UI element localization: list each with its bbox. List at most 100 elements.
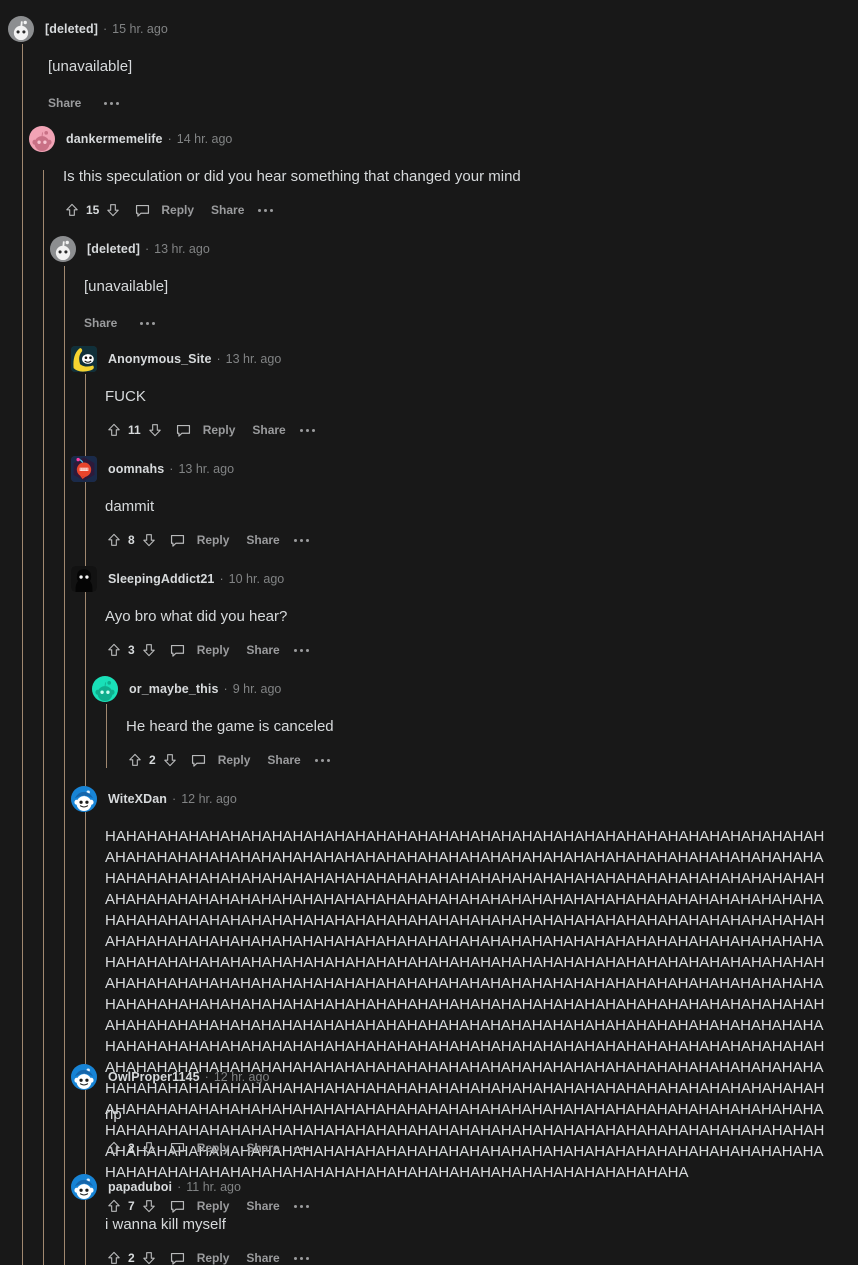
share-button[interactable]: Share bbox=[246, 1251, 279, 1265]
downvote-arrow-icon[interactable] bbox=[140, 1139, 158, 1157]
downvote-arrow-icon[interactable] bbox=[146, 421, 164, 439]
avatar-snoo-grey-icon[interactable] bbox=[50, 236, 76, 262]
upvote-arrow-icon[interactable] bbox=[63, 201, 81, 219]
reply-button[interactable]: Reply bbox=[218, 753, 251, 767]
comment-timestamp: 13 hr. ago bbox=[225, 352, 282, 366]
reply-button[interactable]: Reply bbox=[161, 203, 194, 217]
comment-actions: 2 Reply Share bbox=[105, 1248, 841, 1265]
thread-line-depth-3[interactable] bbox=[64, 266, 65, 1265]
comment-bubble-icon[interactable] bbox=[175, 421, 193, 439]
comment-author[interactable]: Anonymous_Site bbox=[108, 352, 212, 366]
comment-author[interactable]: dankermemelife bbox=[66, 132, 163, 146]
share-button[interactable]: Share bbox=[267, 753, 300, 767]
reply-button[interactable]: Reply bbox=[197, 533, 230, 547]
more-options-icon[interactable] bbox=[299, 428, 315, 432]
comment-header: [deleted] · 15 hr. ago bbox=[8, 16, 838, 42]
downvote-arrow-icon[interactable] bbox=[140, 531, 158, 549]
comment-header: or_maybe_this · 9 hr. ago bbox=[92, 676, 842, 702]
comment-bubble-icon[interactable] bbox=[169, 1139, 187, 1157]
comment-author[interactable]: SleepingAddict21 bbox=[108, 572, 214, 586]
separator-dot: · bbox=[223, 682, 228, 696]
more-options-icon[interactable] bbox=[140, 321, 156, 325]
more-options-icon[interactable] bbox=[293, 538, 309, 542]
downvote-arrow-icon[interactable] bbox=[140, 641, 158, 659]
upvote-arrow-icon[interactable] bbox=[105, 641, 123, 659]
downvote-arrow-icon[interactable] bbox=[104, 201, 122, 219]
upvote-arrow-icon[interactable] bbox=[105, 1139, 123, 1157]
separator-dot: · bbox=[177, 1180, 182, 1194]
reply-button[interactable]: Reply bbox=[197, 1141, 230, 1155]
downvote-arrow-icon[interactable] bbox=[140, 1249, 158, 1265]
vote-score: 8 bbox=[128, 533, 135, 547]
comment-item: OwlProper1145 · 12 hr. ago rip 2 Reply S… bbox=[71, 1064, 841, 1158]
comment-bubble-icon[interactable] bbox=[169, 1249, 187, 1265]
upvote-arrow-icon[interactable] bbox=[105, 531, 123, 549]
avatar-shadow-icon[interactable] bbox=[71, 566, 97, 592]
vote-score: 2 bbox=[128, 1141, 135, 1155]
comment-body: rip bbox=[105, 1106, 122, 1123]
comment-header: OwlProper1145 · 12 hr. ago bbox=[71, 1064, 841, 1090]
comment-timestamp: 15 hr. ago bbox=[112, 22, 168, 36]
thread-line-depth-1[interactable] bbox=[22, 44, 23, 1265]
reply-button[interactable]: Reply bbox=[197, 1251, 230, 1265]
comment-item: SleepingAddict21 · 10 hr. ago Ayo bro wh… bbox=[71, 566, 841, 660]
comment-body: He heard the game is canceled bbox=[126, 718, 334, 735]
upvote-arrow-icon[interactable] bbox=[105, 1249, 123, 1265]
share-button[interactable]: Share bbox=[252, 423, 285, 437]
separator-dot: · bbox=[204, 1070, 209, 1084]
comment-author[interactable]: oomnahs bbox=[108, 462, 164, 476]
avatar-snoo-teal-icon[interactable] bbox=[92, 676, 118, 702]
more-options-icon[interactable] bbox=[293, 1256, 309, 1260]
comment-author[interactable]: or_maybe_this bbox=[129, 682, 219, 696]
vote-score: 11 bbox=[128, 423, 141, 437]
avatar-snoo-blue-icon[interactable] bbox=[71, 1174, 97, 1200]
avatar-red-bomb-icon[interactable] bbox=[71, 456, 97, 482]
upvote-arrow-icon[interactable] bbox=[105, 421, 123, 439]
more-options-icon[interactable] bbox=[293, 1146, 309, 1150]
share-button[interactable]: Share bbox=[246, 533, 279, 547]
share-button[interactable]: Share bbox=[246, 643, 279, 657]
comment-author[interactable]: [deleted] bbox=[87, 242, 140, 256]
share-button[interactable]: Share bbox=[246, 1141, 279, 1155]
comment-body: Ayo bro what did you hear? bbox=[105, 608, 288, 625]
comment-header: SleepingAddict21 · 10 hr. ago bbox=[71, 566, 841, 592]
avatar-banana-icon[interactable] bbox=[71, 346, 97, 372]
avatar-snoo-grey-icon[interactable] bbox=[8, 16, 34, 42]
reply-button[interactable]: Reply bbox=[203, 423, 236, 437]
comment-timestamp: 14 hr. ago bbox=[176, 132, 233, 146]
comment-bubble-icon[interactable] bbox=[190, 751, 208, 769]
comment-item: Anonymous_Site · 13 hr. ago FUCK 11 Repl… bbox=[71, 346, 841, 440]
comment-bubble-icon[interactable] bbox=[169, 641, 187, 659]
comment-item: papaduboi · 11 hr. ago i wanna kill myse… bbox=[71, 1174, 841, 1265]
more-options-icon[interactable] bbox=[293, 648, 309, 652]
comment-actions: Share bbox=[84, 313, 840, 333]
comment-bubble-icon[interactable] bbox=[169, 531, 187, 549]
avatar-snoo-blue-icon[interactable] bbox=[71, 1064, 97, 1090]
comment-actions: 2 Reply Share bbox=[105, 1138, 841, 1158]
share-button[interactable]: Share bbox=[84, 316, 117, 330]
comment-author[interactable]: papaduboi bbox=[108, 1180, 172, 1194]
vote-score: 3 bbox=[128, 643, 135, 657]
comment-author[interactable]: OwlProper1145 bbox=[108, 1070, 200, 1084]
comment-header: WiteXDan · 12 hr. ago bbox=[71, 786, 841, 812]
thread-line-depth-2[interactable] bbox=[43, 170, 44, 1265]
comment-timestamp: 12 hr. ago bbox=[181, 792, 237, 806]
more-options-icon[interactable] bbox=[314, 758, 330, 762]
more-options-icon[interactable] bbox=[104, 101, 120, 105]
comment-item: [deleted] · 13 hr. ago [unavailable] Sha… bbox=[50, 236, 840, 333]
comment-timestamp: 12 hr. ago bbox=[213, 1070, 270, 1084]
separator-dot: · bbox=[219, 572, 224, 586]
avatar-snoo-pink-icon[interactable] bbox=[29, 126, 55, 152]
reply-button[interactable]: Reply bbox=[197, 643, 230, 657]
comment-bubble-icon[interactable] bbox=[133, 201, 151, 219]
comment-author[interactable]: [deleted] bbox=[45, 22, 98, 36]
downvote-arrow-icon[interactable] bbox=[161, 751, 179, 769]
comment-actions: 2 Reply Share bbox=[126, 750, 842, 770]
share-button[interactable]: Share bbox=[48, 96, 81, 110]
avatar-snoo-blue-icon[interactable] bbox=[71, 786, 97, 812]
more-options-icon[interactable] bbox=[258, 208, 274, 212]
upvote-arrow-icon[interactable] bbox=[126, 751, 144, 769]
share-button[interactable]: Share bbox=[211, 203, 244, 217]
vote-score: 2 bbox=[149, 753, 156, 767]
comment-author[interactable]: WiteXDan bbox=[108, 792, 167, 806]
